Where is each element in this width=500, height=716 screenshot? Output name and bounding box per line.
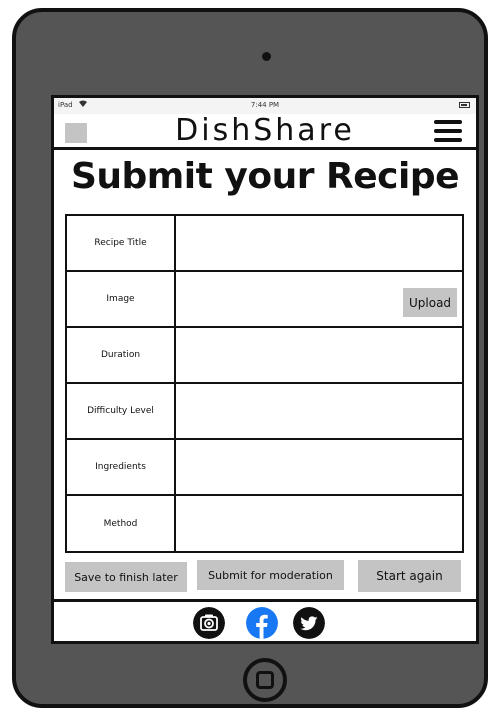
twitter-icon[interactable]: [293, 607, 325, 639]
social-footer: [54, 599, 476, 641]
difficulty-level-input[interactable]: [176, 384, 462, 438]
page-title: Submit your Recipe: [70, 156, 460, 197]
form-row-duration: Duration: [67, 328, 462, 384]
battery-icon: [459, 102, 470, 108]
submit-for-moderation-button[interactable]: Submit for moderation: [197, 560, 344, 590]
status-bar: iPad 7:44 PM: [54, 98, 476, 114]
form-row-ingredients: Ingredients: [67, 440, 462, 496]
camera-lens: [262, 52, 271, 61]
home-square-icon: [256, 671, 274, 689]
tablet-frame: iPad 7:44 PM DishShare Submit your Recip…: [12, 8, 488, 708]
home-button[interactable]: [243, 658, 287, 702]
form-row-image: Image Upload: [67, 272, 462, 328]
recipe-title-input[interactable]: [176, 216, 462, 270]
app-header: DishShare: [54, 114, 476, 150]
recipe-title-label: Recipe Title: [67, 216, 176, 270]
method-input[interactable]: [176, 496, 462, 551]
difficulty-level-label: Difficulty Level: [67, 384, 176, 438]
brand-title: DishShare: [175, 113, 355, 148]
method-label: Method: [67, 496, 176, 551]
status-time: 7:44 PM: [250, 101, 280, 109]
ingredients-label: Ingredients: [67, 440, 176, 494]
start-again-button[interactable]: Start again: [358, 560, 461, 592]
duration-label: Duration: [67, 328, 176, 382]
facebook-icon[interactable]: [246, 607, 278, 639]
camera-icon[interactable]: [193, 607, 225, 639]
image-label: Image: [67, 272, 176, 326]
screen: iPad 7:44 PM DishShare Submit your Recip…: [51, 95, 479, 644]
ingredients-input[interactable]: [176, 440, 462, 494]
upload-button[interactable]: Upload: [403, 288, 457, 317]
hamburger-menu-icon[interactable]: [434, 120, 462, 144]
form-row-recipe-title: Recipe Title: [67, 216, 462, 272]
form-row-method: Method: [67, 496, 462, 551]
duration-input[interactable]: [176, 328, 462, 382]
recipe-form: Recipe Title Image Upload Duration Diffi…: [65, 214, 464, 553]
save-for-later-button[interactable]: Save to finish later: [65, 562, 187, 592]
form-row-difficulty: Difficulty Level: [67, 384, 462, 440]
form-actions: Save to finish later Submit for moderati…: [54, 560, 476, 594]
